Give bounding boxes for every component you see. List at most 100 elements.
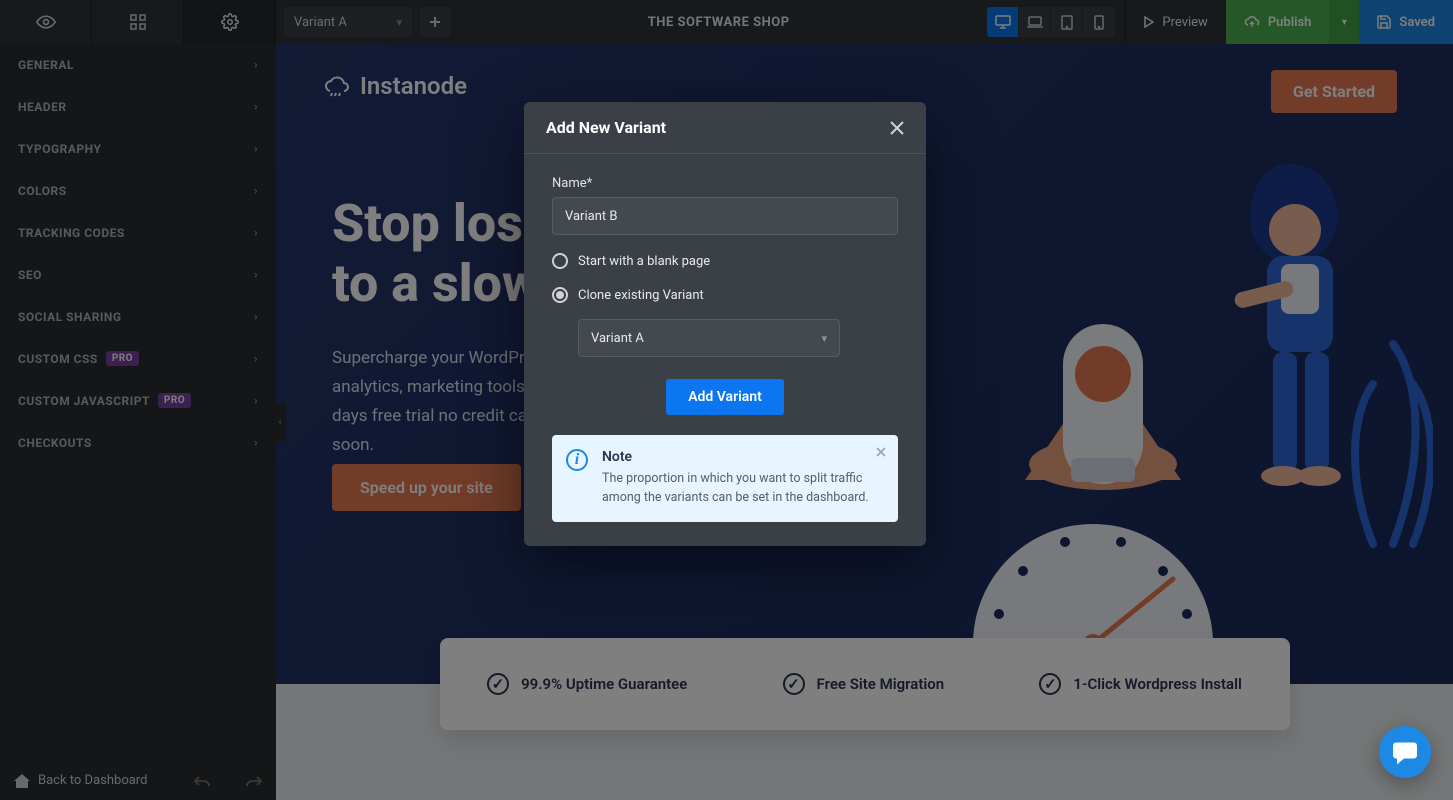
sidebar-item-typography[interactable]: TYPOGRAPHY› (0, 128, 276, 170)
chevron-down-icon: ▾ (821, 332, 827, 345)
add-variant-button[interactable] (420, 7, 450, 37)
sidebar-item-label: HEADER (18, 100, 67, 114)
radio-blank-page[interactable]: Start with a blank page (552, 253, 898, 269)
clone-source-select[interactable]: Variant A ▾ (578, 319, 840, 357)
chevron-right-icon: › (254, 310, 258, 323)
radio-blank-label: Start with a blank page (578, 254, 710, 269)
chevron-right-icon: › (254, 394, 258, 407)
device-mobile[interactable] (1083, 7, 1115, 37)
add-variant-submit-button[interactable]: Add Variant (666, 379, 784, 415)
add-variant-modal: Add New Variant Name* Start with a blank… (524, 102, 926, 546)
check-icon: ✓ (1039, 673, 1061, 695)
feature-item[interactable]: ✓ Free Site Migration (783, 673, 945, 695)
pro-badge: PRO (106, 351, 139, 366)
sidebar-item-social-sharing[interactable]: SOCIAL SHARING› (0, 296, 276, 338)
variant-selected-label: Variant A (294, 15, 347, 30)
publish-dropdown[interactable]: ▾ (1329, 0, 1359, 44)
chevron-right-icon: › (254, 58, 258, 71)
feature-item[interactable]: ✓ 1-Click Wordpress Install (1039, 673, 1242, 695)
undo-icon (194, 775, 210, 787)
sidebar-item-header[interactable]: HEADER › (0, 86, 276, 128)
device-tablet[interactable] (1051, 7, 1083, 37)
check-icon: ✓ (783, 673, 805, 695)
radio-clone-label: Clone existing Variant (578, 288, 704, 303)
close-icon (890, 121, 904, 135)
redo-button[interactable] (232, 775, 276, 787)
chevron-right-icon: › (254, 100, 258, 113)
brand-name: Instanode (360, 72, 467, 100)
sidebar-footer: Back to Dashboard (0, 760, 276, 800)
radio-icon (552, 253, 568, 269)
feature-label: 1-Click Wordpress Install (1073, 675, 1242, 693)
sidebar-item-label: CUSTOM JAVASCRIPT (18, 394, 150, 408)
modal-close-button[interactable] (890, 121, 904, 135)
note-title: Note (602, 449, 882, 465)
components-tab-icon[interactable] (92, 0, 184, 44)
preview-button[interactable]: Preview (1125, 0, 1225, 44)
gear-icon (221, 13, 239, 31)
saved-button[interactable]: Saved (1359, 0, 1453, 44)
chevron-down-icon: ▾ (396, 16, 402, 29)
brand-logo[interactable]: Instanode (322, 72, 467, 100)
chevron-right-icon: › (254, 352, 258, 365)
sidebar-item-label: GENERAL (18, 58, 74, 72)
mobile-icon (1094, 15, 1104, 30)
variant-name-input[interactable] (552, 197, 898, 235)
device-desktop[interactable] (987, 7, 1019, 37)
eye-icon (36, 15, 56, 29)
topbar: Variant A ▾ THE SOFTWARE SHOP Preview Pu… (0, 0, 1453, 44)
sidebar-item-label: TRACKING CODES (18, 226, 125, 240)
variant-select[interactable]: Variant A ▾ (284, 7, 412, 37)
feature-label: Free Site Migration (817, 675, 945, 693)
feature-item[interactable]: ✓ 99.9% Uptime Guarantee (487, 673, 687, 695)
save-icon (1377, 15, 1391, 29)
cloud-upload-icon (1244, 16, 1260, 28)
sidebar-item-label: CHECKOUTS (18, 436, 92, 450)
chevron-right-icon: › (254, 184, 258, 197)
device-laptop[interactable] (1019, 7, 1051, 37)
illustration-svg (913, 144, 1433, 664)
sidebar-item-seo[interactable]: SEO › (0, 254, 276, 296)
note-body: The proportion in which you want to spli… (602, 469, 882, 508)
laptop-icon (1027, 16, 1043, 28)
name-field-label: Name* (552, 176, 898, 191)
settings-sidebar: GENERAL › HEADER › TYPOGRAPHY› COLORS› TRA… (0, 44, 276, 800)
info-note: i Note The proportion in which you want … (552, 435, 898, 522)
note-close-button[interactable] (876, 447, 886, 457)
chat-widget-button[interactable] (1379, 726, 1431, 778)
sidebar-item-colors[interactable]: COLORS› (0, 170, 276, 212)
feature-label: 99.9% Uptime Guarantee (521, 675, 687, 693)
hero-illustration (913, 144, 1433, 664)
pro-badge: PRO (158, 393, 191, 408)
sidebar-item-custom-javascript[interactable]: CUSTOM JAVASCRIPT PRO › (0, 380, 276, 422)
get-started-button[interactable]: Get Started (1271, 70, 1397, 113)
play-icon (1144, 16, 1154, 28)
back-to-dashboard-link[interactable]: Back to Dashboard (38, 773, 172, 788)
sidebar-item-checkouts[interactable]: CHECKOUTS › (0, 422, 276, 464)
tablet-icon (1061, 15, 1073, 30)
cloud-icon (322, 75, 350, 97)
chevron-right-icon: › (254, 226, 258, 239)
publish-button[interactable]: Publish (1226, 0, 1330, 44)
chevron-right-icon: › (254, 436, 258, 449)
preview-tab-icon[interactable] (0, 0, 92, 44)
check-icon: ✓ (487, 673, 509, 695)
sidebar-item-tracking-codes[interactable]: TRACKING CODES › (0, 212, 276, 254)
radio-clone-variant[interactable]: Clone existing Variant (552, 287, 898, 303)
sidebar-item-label: SEO (18, 268, 42, 282)
info-icon: i (566, 449, 588, 471)
sidebar-item-general[interactable]: GENERAL › (0, 44, 276, 86)
chevron-down-icon: ▾ (1342, 17, 1347, 28)
chevron-right-icon: › (254, 268, 258, 281)
sidebar-collapse-handle[interactable]: ‹ (274, 403, 286, 441)
settings-tab-icon[interactable] (184, 0, 276, 44)
publish-label: Publish (1268, 15, 1312, 30)
home-icon (14, 774, 30, 788)
undo-button[interactable] (180, 775, 224, 787)
hero-cta-button[interactable]: Speed up your site (332, 464, 521, 511)
page-title: THE SOFTWARE SHOP (450, 15, 987, 30)
chevron-right-icon: › (254, 142, 258, 155)
chevron-left-icon: ‹ (278, 417, 281, 428)
preview-label: Preview (1162, 15, 1207, 30)
sidebar-item-custom-css[interactable]: CUSTOM CSSPRO› (0, 338, 276, 380)
